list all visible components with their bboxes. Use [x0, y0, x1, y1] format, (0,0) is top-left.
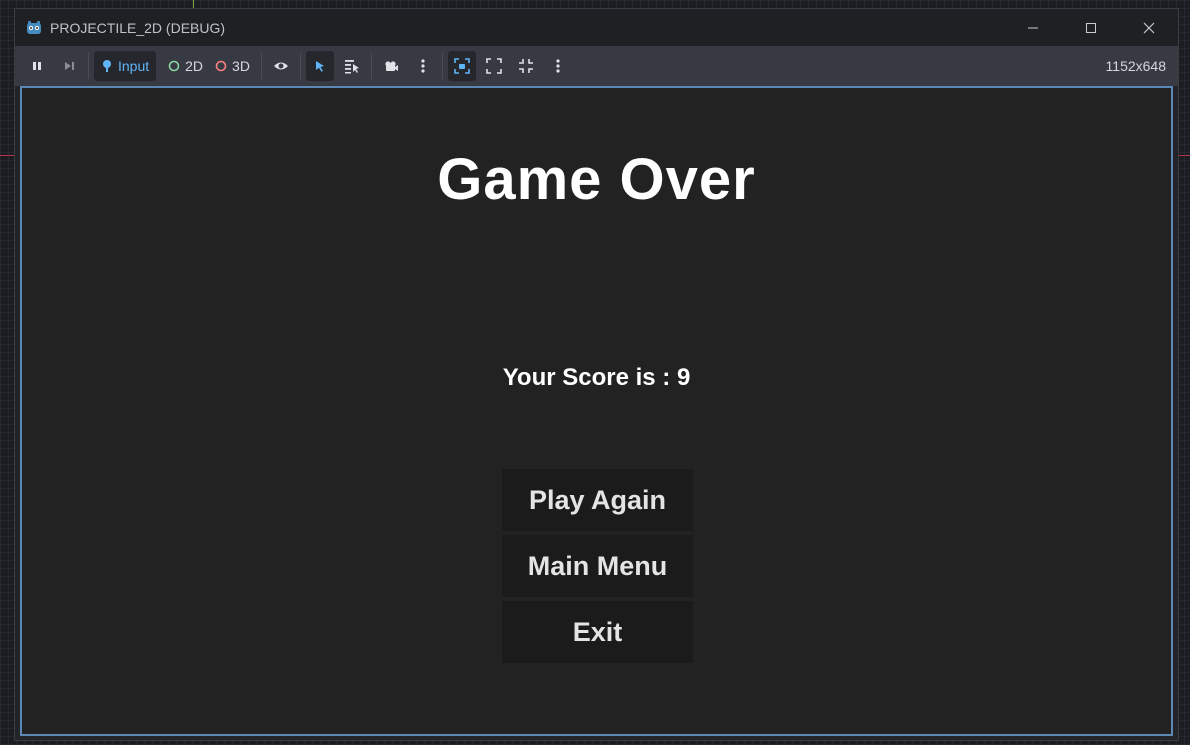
pause-icon [33, 62, 41, 70]
editor-guide-horizontal [0, 155, 14, 156]
3d-circle-icon [215, 60, 227, 72]
fullscreen-icon [486, 58, 502, 74]
eye-icon [273, 62, 288, 70]
resolution-label: 1152x648 [1105, 58, 1166, 74]
2d-label: 2D [185, 58, 204, 74]
input-label: Input [118, 58, 150, 74]
pause-button[interactable] [23, 51, 51, 81]
next-frame-icon [65, 62, 74, 70]
kebab-menu-icon [556, 59, 560, 73]
toolbar-separator [260, 53, 262, 79]
maximize-icon [1086, 22, 1096, 33]
joystick-icon [103, 60, 111, 72]
toolbar-separator [88, 53, 89, 79]
game-viewport[interactable]: Game Over Your Score is : 9 Play Again M… [20, 86, 1173, 736]
maximize-button[interactable] [1062, 9, 1120, 46]
select-mode-button[interactable] [305, 51, 334, 81]
editor-guide-horizontal [1178, 155, 1190, 156]
list-select-button[interactable] [338, 51, 366, 81]
kebab-menu-icon [421, 59, 425, 73]
godot-logo-icon [27, 20, 41, 34]
shrink-icon [518, 59, 533, 73]
camera-icon [385, 61, 398, 71]
title-bar[interactable]: PROJECTILE_2D (DEBUG) [15, 9, 1178, 46]
2d-toggle-button[interactable]: 2D [162, 51, 209, 81]
close-button[interactable] [1120, 9, 1178, 46]
3d-label: 3D [232, 58, 250, 74]
score-label: Your Score is : 9 [502, 364, 691, 391]
window-title: PROJECTILE_2D (DEBUG) [50, 19, 226, 36]
list-select-icon [344, 60, 359, 74]
cursor-arrow-icon [315, 61, 324, 72]
close-icon [1143, 22, 1155, 33]
exit-button[interactable]: Exit [502, 601, 693, 663]
embed-keep-aspect-button[interactable] [447, 51, 476, 81]
next-frame-button[interactable] [55, 51, 83, 81]
visibility-button[interactable] [267, 51, 295, 81]
toolbar-separator [370, 53, 372, 79]
embed-options-button[interactable] [544, 51, 572, 81]
game-window: PROJECTILE_2D (DEBUG) Input 2D 3D 1152x6… [14, 8, 1179, 741]
debug-toolbar: Input 2D 3D 1152x648 [15, 46, 1178, 86]
2d-circle-icon [168, 60, 180, 72]
minimize-button[interactable] [1004, 9, 1062, 46]
3d-toggle-button[interactable]: 3D [209, 51, 256, 81]
game-over-title: Game Over [437, 147, 756, 212]
toolbar-separator [441, 53, 443, 79]
camera-override-button[interactable] [377, 51, 405, 81]
editor-guide-vertical [193, 0, 194, 8]
stretch-button[interactable] [480, 51, 508, 81]
embed-aspect-icon [454, 58, 470, 74]
camera-options-button[interactable] [409, 51, 437, 81]
play-again-button[interactable]: Play Again [502, 469, 693, 531]
keep-aspect-button[interactable] [512, 51, 540, 81]
input-toggle-button[interactable]: Input [94, 51, 157, 81]
minimize-icon [1028, 27, 1038, 28]
toolbar-separator [299, 53, 301, 79]
main-menu-button[interactable]: Main Menu [502, 535, 693, 597]
